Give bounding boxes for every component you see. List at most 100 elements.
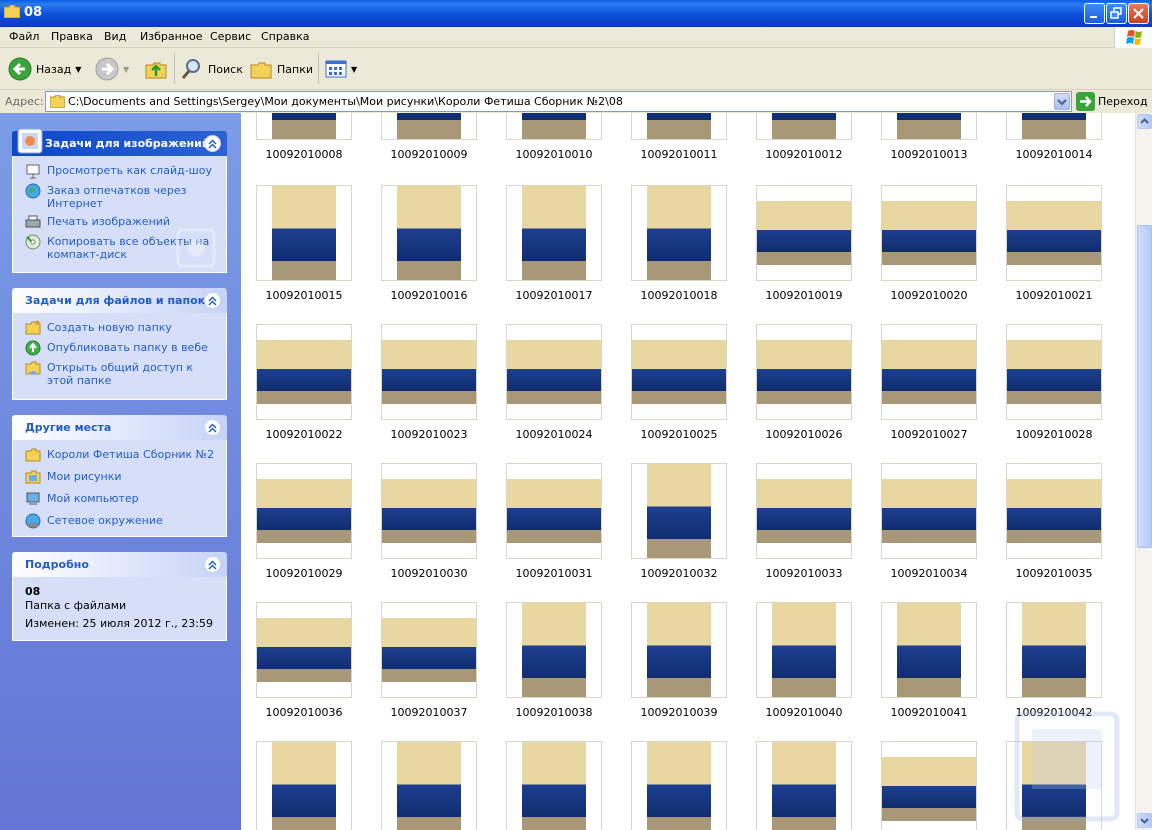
- image-thumbnail[interactable]: [881, 324, 977, 420]
- file-name[interactable]: 10092010028: [991, 428, 1117, 441]
- image-thumbnail[interactable]: [256, 113, 352, 140]
- scroll-thumb[interactable]: [1137, 225, 1152, 548]
- file-name[interactable]: 10092010041: [866, 706, 992, 719]
- image-thumbnail[interactable]: [756, 602, 852, 698]
- image-thumbnail[interactable]: [256, 185, 352, 281]
- image-thumbnail[interactable]: [881, 602, 977, 698]
- file-name[interactable]: 10092010031: [491, 567, 617, 580]
- image-thumbnail[interactable]: [506, 113, 602, 140]
- image-thumbnail[interactable]: [506, 324, 602, 420]
- image-thumbnail[interactable]: [381, 602, 477, 698]
- image-thumbnail[interactable]: [631, 602, 727, 698]
- file-name[interactable]: 10092010038: [491, 706, 617, 719]
- file-name[interactable]: 10092010018: [616, 289, 742, 302]
- image-thumbnail[interactable]: [256, 324, 352, 420]
- back-dropdown-icon[interactable]: ▼: [75, 65, 81, 74]
- address-field[interactable]: C:\Documents and Settings\Sergey\Мои док…: [45, 91, 1072, 112]
- file-name[interactable]: 10092010023: [366, 428, 492, 441]
- file-name[interactable]: 10092010015: [241, 289, 367, 302]
- file-name[interactable]: 10092010033: [741, 567, 867, 580]
- image-thumbnail[interactable]: [381, 463, 477, 559]
- forward-button[interactable]: ▼: [95, 54, 129, 84]
- file-name[interactable]: 10092010032: [616, 567, 742, 580]
- file-name[interactable]: 10092010037: [366, 706, 492, 719]
- menu-edit[interactable]: Правка: [51, 30, 93, 43]
- up-folder-button[interactable]: [144, 54, 168, 84]
- my-pictures-link[interactable]: Мои рисунки: [25, 470, 216, 485]
- image-thumbnail[interactable]: [1006, 463, 1102, 559]
- my-computer-link[interactable]: Мой компьютер: [25, 492, 216, 507]
- image-thumbnail[interactable]: [381, 113, 477, 140]
- search-button[interactable]: Поиск: [180, 54, 243, 84]
- file-name[interactable]: 10092010025: [616, 428, 742, 441]
- image-thumbnail[interactable]: [506, 463, 602, 559]
- file-name[interactable]: 10092010020: [866, 289, 992, 302]
- file-name[interactable]: 10092010013: [866, 148, 992, 161]
- image-thumbnail[interactable]: [631, 463, 727, 559]
- image-thumbnail[interactable]: [1006, 324, 1102, 420]
- image-thumbnail[interactable]: [631, 185, 727, 281]
- image-thumbnail[interactable]: [756, 463, 852, 559]
- menu-tools[interactable]: Сервис: [210, 30, 251, 43]
- file-name[interactable]: 10092010010: [491, 148, 617, 161]
- image-thumbnail[interactable]: [756, 324, 852, 420]
- image-thumbnail[interactable]: [756, 185, 852, 281]
- minimize-button[interactable]: [1084, 3, 1105, 24]
- file-name[interactable]: 10092010012: [741, 148, 867, 161]
- scroll-down-button[interactable]: [1137, 813, 1152, 828]
- file-name[interactable]: 10092010008: [241, 148, 367, 161]
- image-thumbnail[interactable]: [381, 324, 477, 420]
- address-path[interactable]: C:\Documents and Settings\Sergey\Мои док…: [68, 95, 623, 108]
- network-link[interactable]: Сетевое окружение: [25, 513, 216, 529]
- menu-file[interactable]: Файл: [9, 30, 39, 43]
- collapse-icon[interactable]: [204, 419, 221, 436]
- parent-folder-link[interactable]: Короли Фетиша Сборник №2: [25, 448, 216, 463]
- back-button[interactable]: Назад ▼: [8, 54, 81, 84]
- file-name[interactable]: 10092010022: [241, 428, 367, 441]
- menu-view[interactable]: Вид: [104, 30, 126, 43]
- image-thumbnail[interactable]: [506, 741, 602, 830]
- file-name[interactable]: 10092010011: [616, 148, 742, 161]
- file-name[interactable]: 10092010021: [991, 289, 1117, 302]
- file-name[interactable]: 10092010040: [741, 706, 867, 719]
- views-button[interactable]: ▼: [325, 54, 357, 84]
- image-thumbnail[interactable]: [256, 463, 352, 559]
- file-name[interactable]: 10092010034: [866, 567, 992, 580]
- folders-button[interactable]: Папки: [249, 54, 313, 84]
- image-thumbnail[interactable]: [756, 741, 852, 830]
- file-name[interactable]: 10092010016: [366, 289, 492, 302]
- restore-button[interactable]: [1106, 3, 1127, 24]
- file-name[interactable]: 10092010026: [741, 428, 867, 441]
- collapse-icon[interactable]: [204, 556, 221, 573]
- views-dropdown-icon[interactable]: ▼: [351, 65, 357, 74]
- scroll-up-button[interactable]: [1137, 114, 1152, 129]
- image-thumbnail[interactable]: [631, 113, 727, 140]
- file-tasks-header[interactable]: Задачи для файлов и папок: [12, 288, 227, 313]
- image-thumbnail[interactable]: [1006, 185, 1102, 281]
- image-thumbnail[interactable]: [881, 113, 977, 140]
- menu-favorites[interactable]: Избранное: [140, 30, 202, 43]
- go-button[interactable]: Переход: [1076, 91, 1148, 112]
- image-thumbnail[interactable]: [1006, 602, 1102, 698]
- image-thumbnail[interactable]: [881, 463, 977, 559]
- image-thumbnail[interactable]: [631, 324, 727, 420]
- image-thumbnail[interactable]: [506, 185, 602, 281]
- image-thumbnail[interactable]: [256, 741, 352, 830]
- file-name[interactable]: 10092010035: [991, 567, 1117, 580]
- image-thumbnail[interactable]: [256, 602, 352, 698]
- image-thumbnail[interactable]: [631, 741, 727, 830]
- collapse-icon[interactable]: [204, 135, 221, 152]
- details-header[interactable]: Подробно: [12, 552, 227, 577]
- file-name[interactable]: 10092010030: [366, 567, 492, 580]
- image-thumbnail[interactable]: [506, 602, 602, 698]
- file-name[interactable]: 10092010009: [366, 148, 492, 161]
- forward-dropdown-icon[interactable]: ▼: [123, 65, 129, 74]
- share-folder-link[interactable]: Открыть общий доступ к этой папке: [25, 361, 216, 387]
- file-name[interactable]: 10092010014: [991, 148, 1117, 161]
- vertical-scrollbar[interactable]: [1135, 113, 1152, 830]
- image-thumbnail[interactable]: [381, 741, 477, 830]
- collapse-icon[interactable]: [204, 292, 221, 309]
- image-thumbnail[interactable]: [881, 185, 977, 281]
- other-places-header[interactable]: Другие места: [12, 415, 227, 440]
- file-name[interactable]: 10092010029: [241, 567, 367, 580]
